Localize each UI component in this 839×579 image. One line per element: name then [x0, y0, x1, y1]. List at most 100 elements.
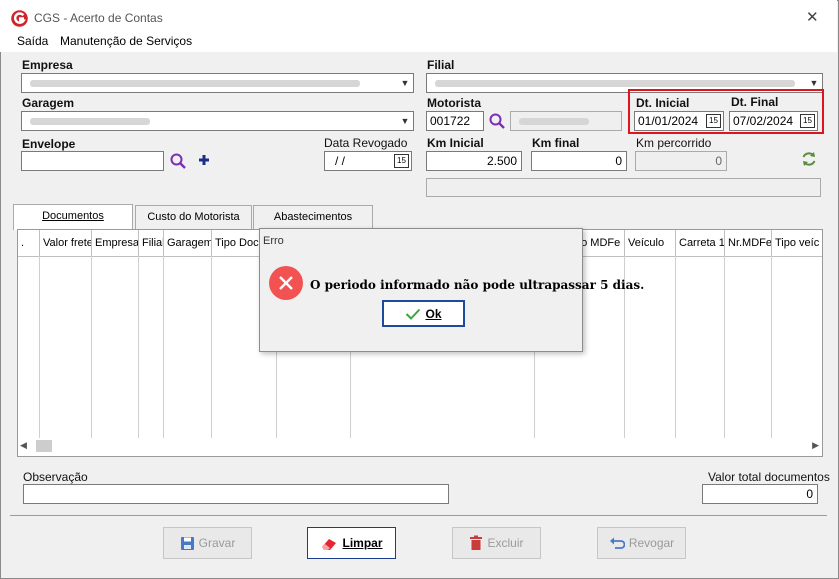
- envelope-input[interactable]: [21, 151, 164, 171]
- gravar-button[interactable]: Gravar: [163, 527, 252, 559]
- garagem-label: Garagem: [22, 96, 75, 110]
- calendar-icon[interactable]: 15: [706, 114, 721, 128]
- empresa-label: Empresa: [22, 58, 73, 72]
- col-header[interactable]: Garagem: [164, 230, 212, 256]
- col-divider: [675, 256, 676, 440]
- col-divider: [91, 256, 92, 440]
- col-divider: [724, 256, 725, 440]
- save-icon: [180, 536, 194, 550]
- motorista-code-value: 001722: [430, 114, 471, 128]
- km-inicial-input[interactable]: 2.500: [426, 151, 522, 171]
- horizontal-scrollbar[interactable]: ◀ ▶: [18, 438, 822, 455]
- empresa-select[interactable]: ▼: [21, 73, 414, 93]
- col-divider: [138, 256, 139, 440]
- dt-final-input[interactable]: 07/02/2024 15: [729, 111, 818, 131]
- motorista-name-field: [510, 111, 622, 131]
- data-revogado-label: Data Revogado: [324, 136, 408, 150]
- observacao-input[interactable]: [23, 484, 449, 504]
- dt-inicial-label: Dt. Inicial: [636, 96, 690, 110]
- menu-saida[interactable]: Saída: [17, 34, 48, 48]
- dt-inicial-value: 01/01/2024: [638, 114, 699, 128]
- limpar-label: Limpar: [342, 536, 383, 550]
- garagem-select[interactable]: ▼: [21, 111, 414, 131]
- motorista-code-input[interactable]: 001722: [426, 111, 484, 131]
- tab-abastecimentos-label: Abastecimentos: [273, 211, 353, 223]
- motorista-name-redacted: [519, 118, 589, 125]
- excluir-button[interactable]: Excluir: [452, 527, 541, 559]
- revogar-label: Revogar: [628, 536, 675, 550]
- dt-final-value: 07/02/2024: [733, 114, 794, 128]
- col-header[interactable]: Tipo veíc: [772, 230, 822, 256]
- data-revogado-value: / /: [335, 154, 346, 168]
- km-inicial-label: Km Inicial: [427, 136, 484, 150]
- col-header[interactable]: Nr.MDFe: [725, 230, 772, 256]
- tab-documentos-label: Documentos: [42, 210, 104, 222]
- tab-documentos[interactable]: Documentos: [13, 204, 133, 230]
- col-divider: [211, 256, 212, 440]
- tab-custo-motorista[interactable]: Custo do Motorista: [135, 205, 252, 229]
- dialog-title: Erro: [263, 235, 284, 247]
- data-revogado-input[interactable]: / / 15: [324, 151, 412, 171]
- gravar-label: Gravar: [198, 536, 236, 550]
- calendar-icon[interactable]: 15: [394, 154, 409, 168]
- km-final-label: Km final: [532, 136, 580, 150]
- garagem-redacted: [30, 118, 150, 125]
- check-icon: [406, 308, 421, 320]
- bottom-separator: [10, 515, 827, 516]
- scroll-right-icon[interactable]: ▶: [812, 440, 819, 451]
- excluir-label: Excluir: [487, 536, 524, 550]
- calendar-icon[interactable]: 15: [800, 114, 815, 128]
- close-icon[interactable]: ✕: [806, 8, 819, 26]
- menu-manutencao-servicos[interactable]: Manutenção de Serviços: [60, 34, 192, 48]
- error-icon: [269, 266, 303, 300]
- km-percorrido-field: 0: [635, 151, 727, 171]
- km-final-input[interactable]: 0: [531, 151, 627, 171]
- col-divider: [771, 256, 772, 440]
- col-header[interactable]: Carreta 1: [676, 230, 725, 256]
- ok-button[interactable]: Ok: [382, 300, 465, 327]
- filial-redacted: [435, 80, 795, 87]
- col-divider: [39, 256, 40, 440]
- valor-total-value: 0: [806, 487, 813, 501]
- app-logo-icon: [11, 10, 28, 27]
- status-bar-field: [426, 178, 821, 197]
- eraser-icon: [322, 538, 337, 550]
- scroll-thumb[interactable]: [36, 440, 52, 452]
- col-divider: [163, 256, 164, 440]
- empresa-redacted: [30, 80, 360, 87]
- col-header[interactable]: Empresa: [92, 230, 139, 256]
- filial-label: Filial: [427, 58, 455, 72]
- observacao-label: Observação: [23, 470, 88, 484]
- dt-final-label: Dt. Final: [731, 95, 779, 109]
- km-percorrido-label: Km percorrido: [636, 136, 712, 150]
- ok-label: Ok: [425, 306, 442, 321]
- tab-custo-motorista-label: Custo do Motorista: [147, 211, 240, 223]
- revogar-button[interactable]: Revogar: [597, 527, 686, 559]
- km-inicial-value: 2.500: [486, 154, 517, 168]
- dt-inicial-input[interactable]: 01/01/2024 15: [634, 111, 724, 131]
- valor-total-field: 0: [702, 484, 818, 504]
- motorista-label: Motorista: [427, 96, 481, 110]
- search-icon[interactable]: [169, 152, 187, 170]
- col-header[interactable]: Veículo: [625, 230, 676, 256]
- scroll-left-icon[interactable]: ◀: [20, 440, 27, 451]
- limpar-button[interactable]: Limpar: [307, 527, 396, 559]
- col-header[interactable]: Filial: [139, 230, 164, 256]
- envelope-label: Envelope: [22, 137, 76, 151]
- chevron-down-icon[interactable]: ▼: [397, 112, 413, 130]
- valor-total-label: Valor total documentos: [708, 470, 830, 484]
- col-header[interactable]: Valor frete: [40, 230, 92, 256]
- plus-icon[interactable]: [198, 154, 210, 166]
- tab-abastecimentos[interactable]: Abastecimentos: [253, 205, 373, 229]
- km-percorrido-value: 0: [715, 154, 722, 168]
- trash-icon: [470, 535, 483, 550]
- km-final-value: 0: [615, 154, 622, 168]
- search-icon[interactable]: [488, 112, 506, 130]
- undo-icon: [609, 537, 625, 549]
- refresh-icon[interactable]: [800, 150, 818, 168]
- chevron-down-icon[interactable]: ▼: [397, 74, 413, 92]
- col-header[interactable]: .: [18, 230, 40, 256]
- error-dialog: Erro O periodo informado não pode ultrap…: [259, 228, 644, 352]
- dialog-message: O periodo informado não pode ultrapassar…: [310, 278, 645, 292]
- window-title: CGS - Acerto de Contas: [34, 11, 163, 25]
